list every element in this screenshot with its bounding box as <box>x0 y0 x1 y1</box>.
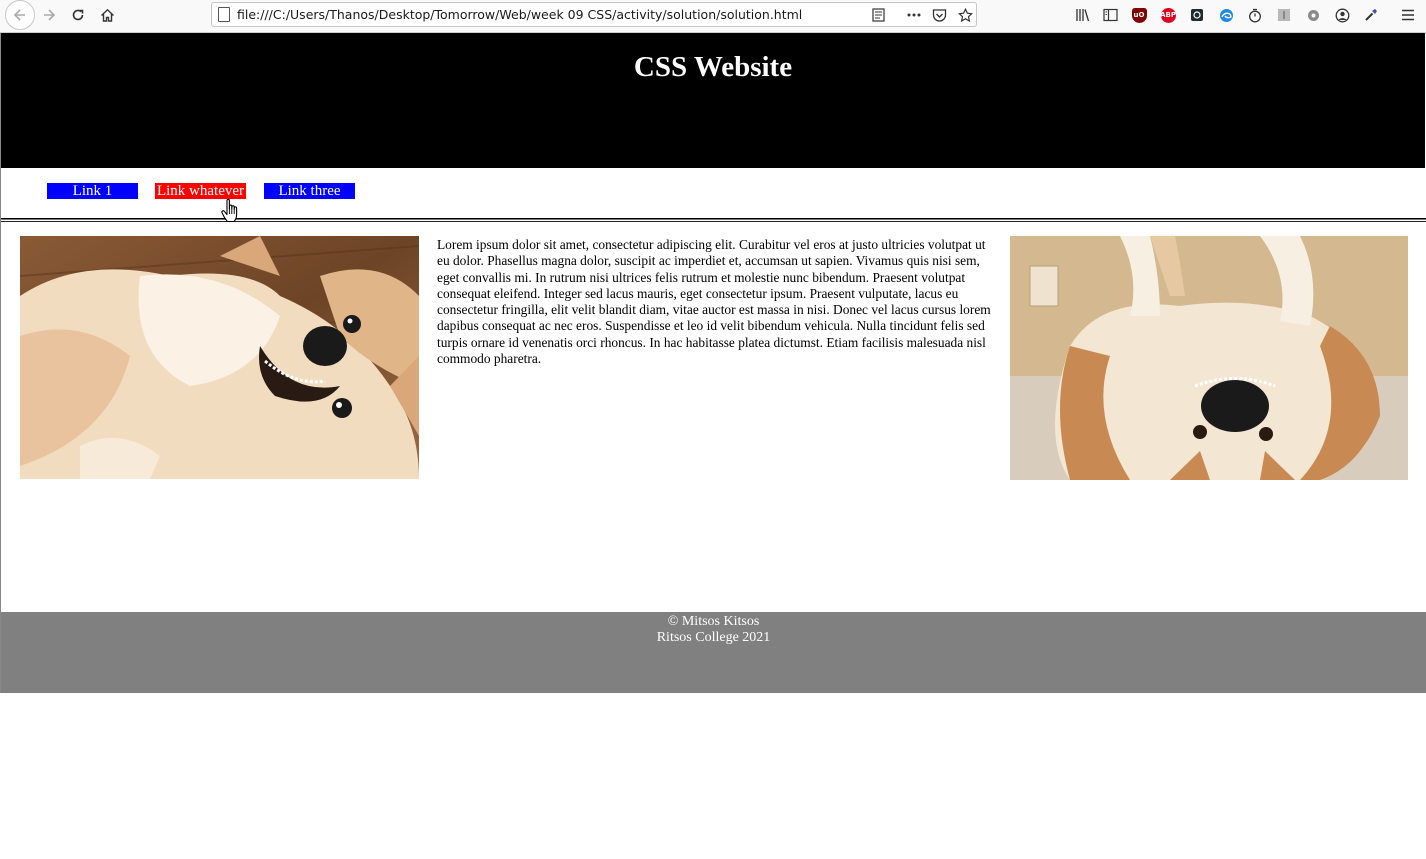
account-icon[interactable] <box>1333 6 1351 24</box>
footer-college: Ritsos College 2021 <box>656 630 771 645</box>
site-footer: © Mitsos Kitsos Ritsos College 2021 <box>1 612 1426 693</box>
home-icon[interactable] <box>93 2 121 28</box>
menu-icon[interactable] <box>1399 6 1417 24</box>
reader-view-icon[interactable] <box>868 5 888 25</box>
main-text: Lorem ipsum dolor sit amet, consectetur … <box>437 237 991 367</box>
sidebar-icon[interactable] <box>1101 6 1119 24</box>
nav-link-whatever[interactable]: Link whatever <box>155 183 246 199</box>
url-text[interactable]: file:///C:/Users/Thanos/Desktop/Tomorrow… <box>237 7 802 22</box>
more-actions-icon[interactable] <box>904 5 924 25</box>
edge-icon[interactable] <box>1217 6 1235 24</box>
settings-gear-icon[interactable] <box>1304 6 1322 24</box>
forward-arrow-icon[interactable] <box>35 2 63 28</box>
back-arrow-icon[interactable] <box>5 0 35 30</box>
site-nav: Link 1 Link whatever Link three <box>1 168 1425 218</box>
site-header: CSS Website <box>1 33 1425 168</box>
site-title: CSS Website <box>633 51 793 83</box>
dog-photo-right <box>1010 236 1408 480</box>
screen-capture-icon[interactable] <box>1188 6 1206 24</box>
reload-icon[interactable] <box>64 2 92 28</box>
ublock-label: uO <box>1131 7 1147 23</box>
hand-cursor-icon <box>221 198 238 223</box>
footer-copyright: © Mitsos Kitsos <box>667 614 760 629</box>
dog-photo-left <box>20 236 419 479</box>
nav-link-three[interactable]: Link three <box>264 183 355 199</box>
ublock-icon[interactable]: uO <box>1130 6 1148 24</box>
adblock-plus-icon[interactable]: ABP <box>1159 6 1177 24</box>
browser-toolbar: file:///C:/Users/Thanos/Desktop/Tomorrow… <box>0 0 1426 33</box>
nav-divider-lower <box>1 221 1426 222</box>
page-icon <box>218 7 230 22</box>
address-bar[interactable]: file:///C:/Users/Thanos/Desktop/Tomorrow… <box>211 2 977 27</box>
nav-link-1[interactable]: Link 1 <box>47 183 138 199</box>
timer-icon[interactable] <box>1246 6 1264 24</box>
eyedropper-icon[interactable] <box>1362 6 1380 24</box>
library-icon[interactable] <box>1073 6 1091 24</box>
nav-divider <box>1 218 1426 220</box>
abp-label: ABP <box>1160 7 1176 23</box>
pocket-icon[interactable] <box>929 5 949 25</box>
extension-gray-icon[interactable] <box>1275 6 1293 24</box>
bookmark-star-icon[interactable] <box>955 5 975 25</box>
